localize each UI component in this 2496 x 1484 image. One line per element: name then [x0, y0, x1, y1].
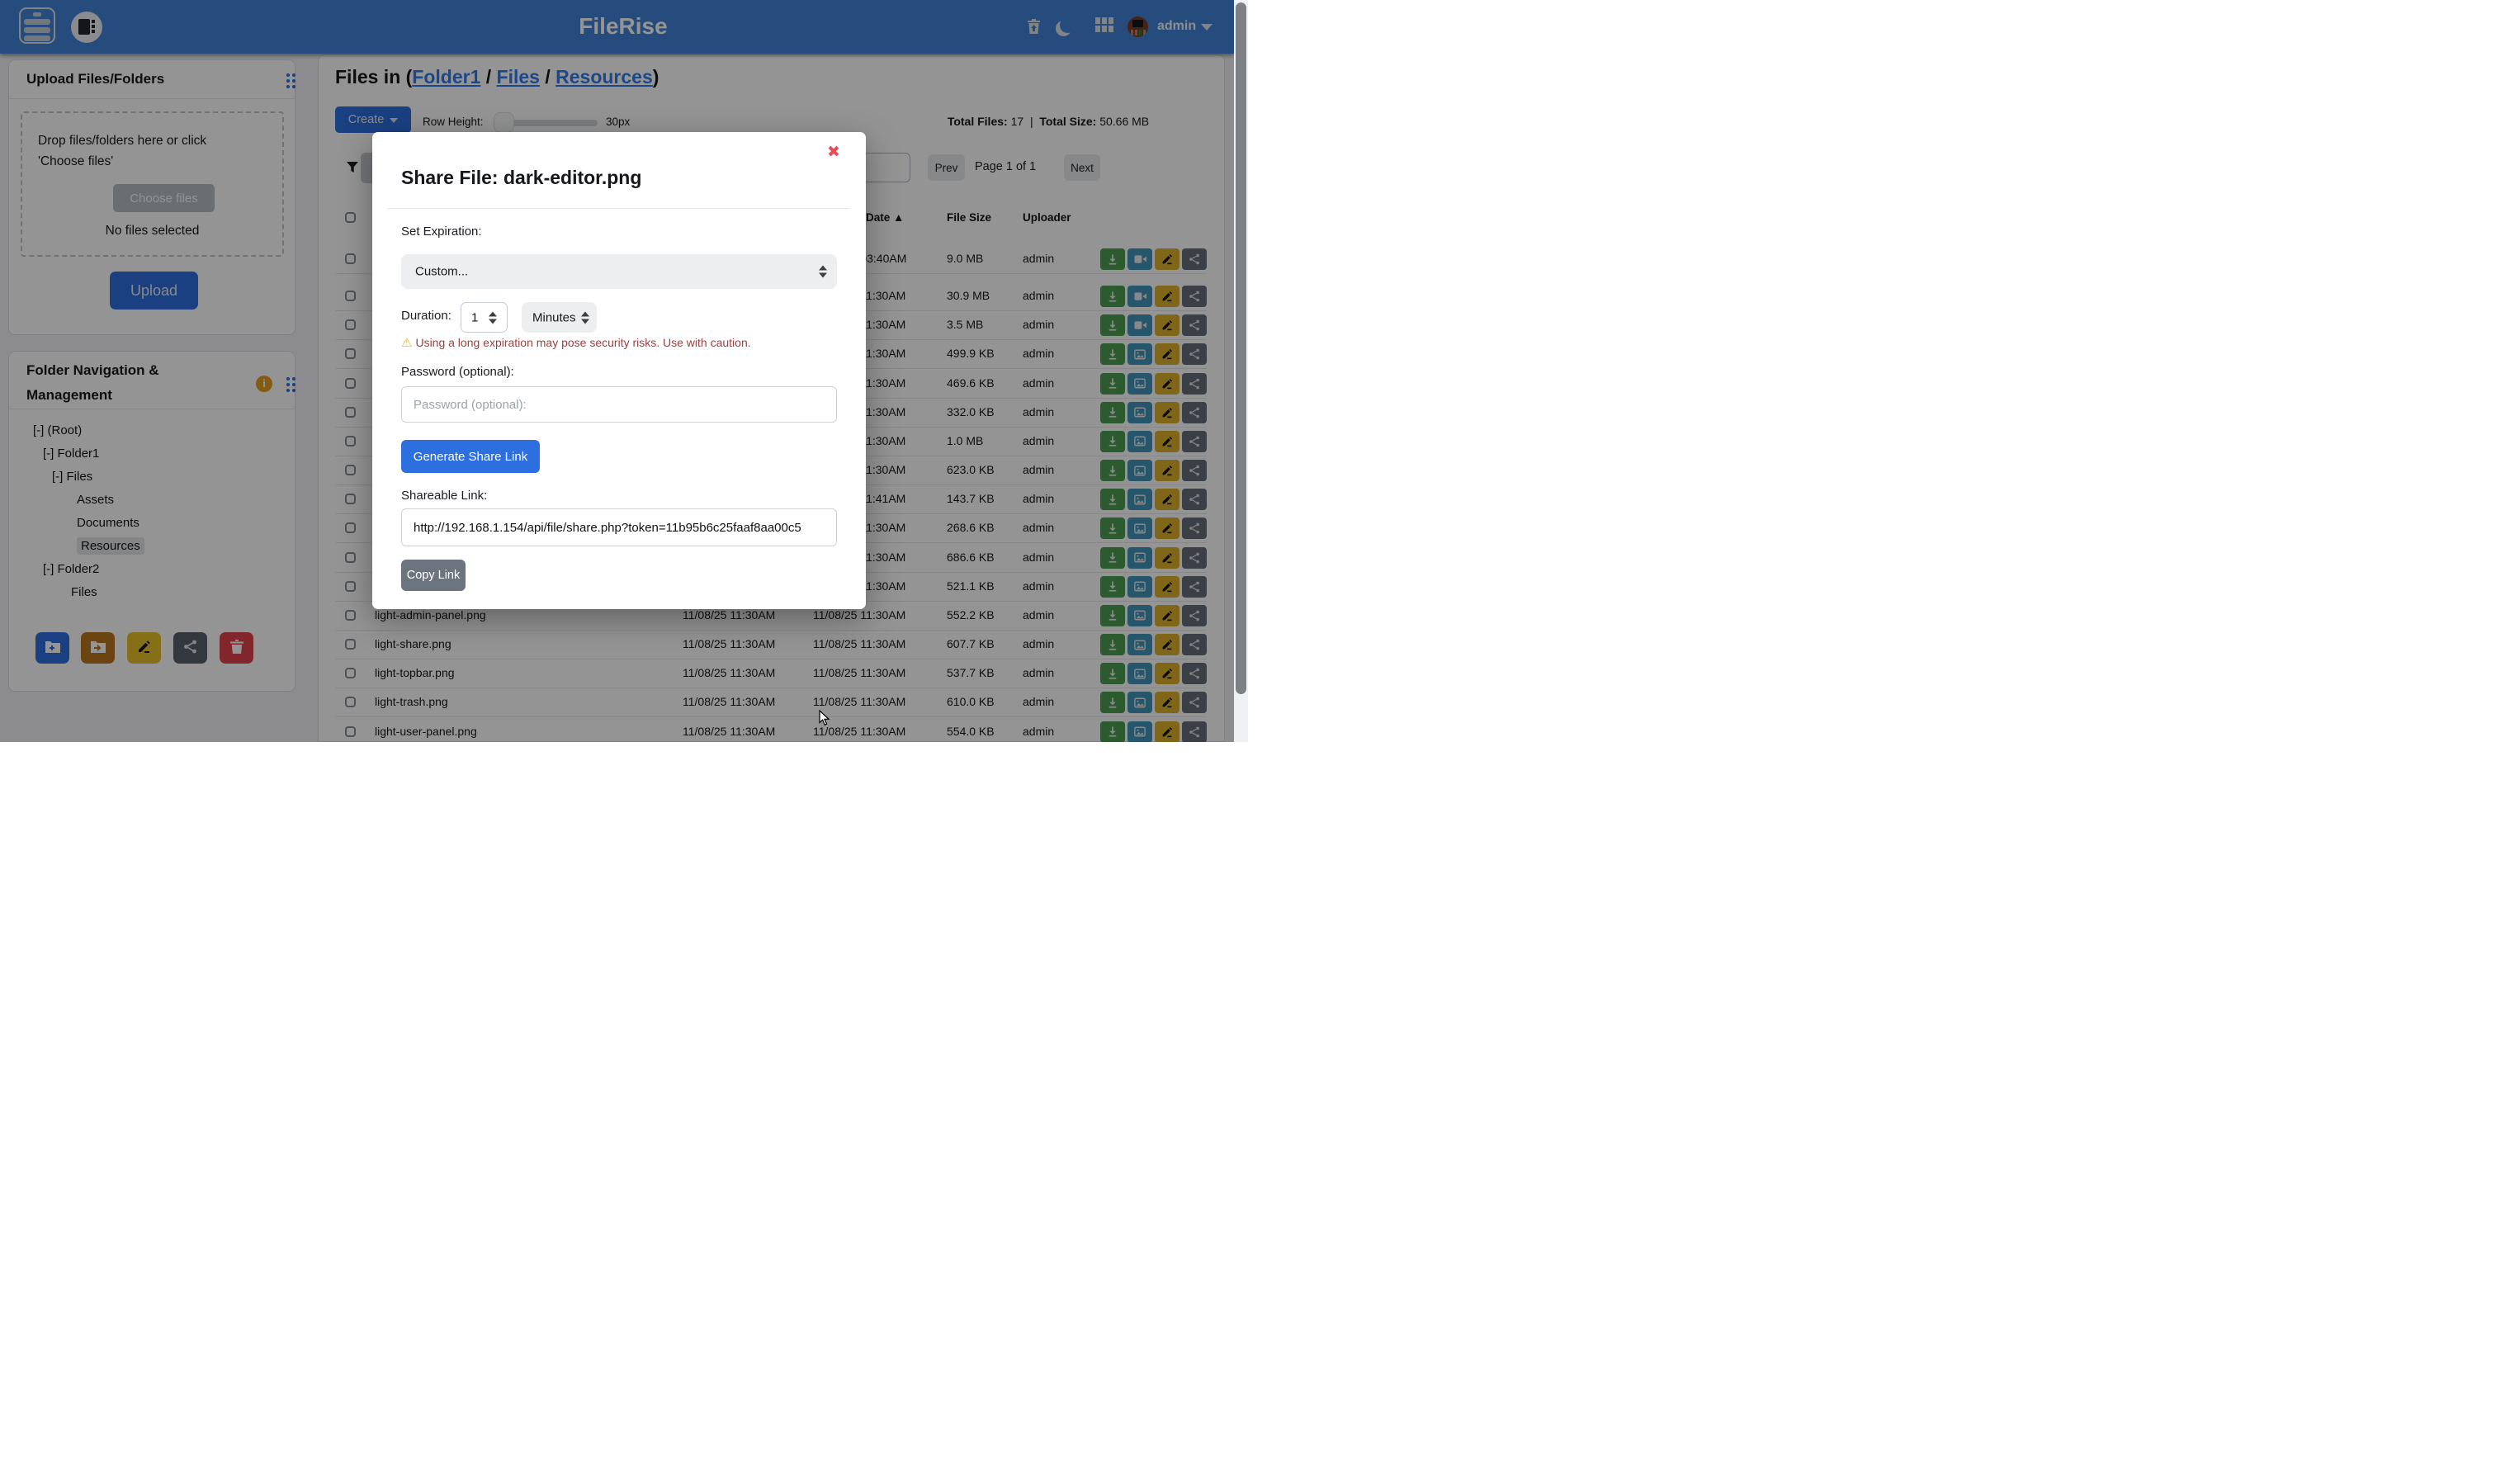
shareable-link-label: Shareable Link: — [401, 489, 487, 503]
duration-unit-select[interactable]: Minutes — [522, 302, 597, 333]
select-arrows-icon — [581, 311, 589, 324]
expiration-warning: ⚠Using a long expiration may pose securi… — [401, 335, 751, 350]
expiration-label: Set Expiration: — [401, 224, 482, 239]
stepper-arrows-icon — [489, 311, 497, 324]
copy-link-button[interactable]: Copy Link — [401, 560, 466, 591]
close-icon[interactable]: ✖ — [823, 142, 844, 163]
expiration-select[interactable]: Custom... — [401, 254, 837, 289]
scrollbar-track[interactable] — [1234, 0, 1248, 742]
filerise-app: FileRise admin Upload Files/Folders Drop… — [0, 0, 1248, 742]
duration-label: Duration: — [401, 309, 451, 323]
warning-icon: ⚠ — [401, 336, 412, 350]
generate-share-link-button[interactable]: Generate Share Link — [401, 440, 540, 473]
modal-title: Share File: dark-editor.png — [401, 167, 641, 189]
duration-input[interactable]: 1 — [461, 302, 508, 333]
share-link-input[interactable] — [401, 508, 837, 546]
mouse-cursor — [819, 710, 830, 726]
select-arrows-icon — [819, 266, 827, 278]
password-label: Password (optional): — [401, 365, 514, 379]
scrollbar-thumb[interactable] — [1236, 2, 1246, 694]
password-input[interactable] — [401, 386, 837, 423]
